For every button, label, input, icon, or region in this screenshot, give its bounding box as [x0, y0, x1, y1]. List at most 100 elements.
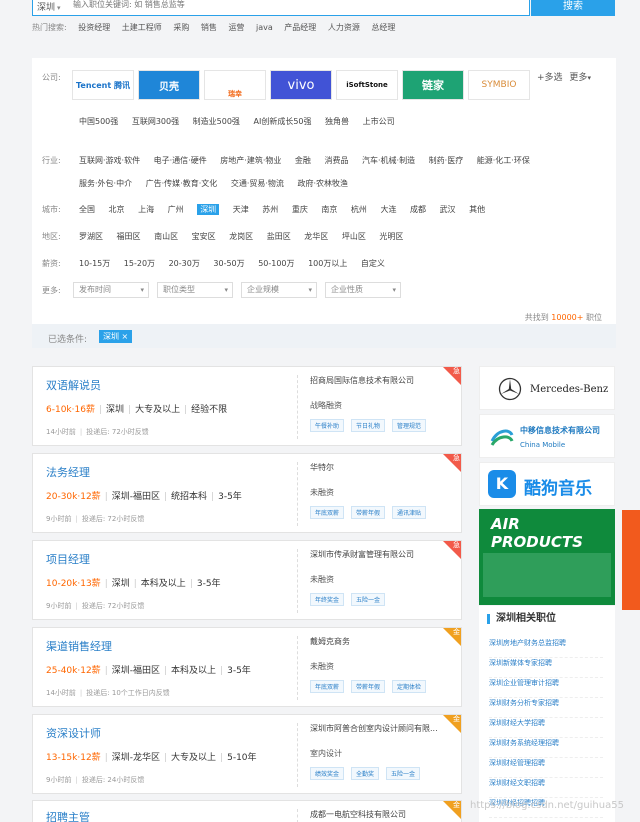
search-input[interactable] — [73, 0, 373, 9]
salary-option[interactable]: 15-20万 — [124, 259, 155, 268]
salary-option[interactable]: 50-100万 — [258, 259, 294, 268]
hot-keyword[interactable]: java — [256, 23, 273, 32]
district-option[interactable]: 南山区 — [154, 232, 178, 241]
city-option[interactable]: 天津 — [233, 205, 249, 214]
company-logo-symbio[interactable]: SYMBIO — [468, 70, 530, 100]
industry-option[interactable]: 房地产·建筑·物业 — [220, 156, 281, 165]
related-job-link[interactable]: 深圳新媒体专家招聘 — [489, 658, 603, 678]
district-option[interactable]: 罗湖区 — [79, 232, 103, 241]
hot-keyword[interactable]: 产品经理 — [284, 23, 316, 32]
job-title[interactable]: 资深设计师 — [46, 725, 101, 741]
company-name[interactable]: 深圳市阿普合创室内设计顾问有限... — [310, 723, 450, 734]
hot-keyword[interactable]: 销售 — [201, 23, 217, 32]
company-type-option[interactable]: 独角兽 — [325, 117, 349, 126]
related-job-link[interactable]: 深圳企业管理审计招聘 — [489, 678, 603, 698]
brand-ad-kugou[interactable]: K 酷狗音乐 — [479, 462, 615, 506]
selected-tag[interactable]: 深圳 × — [99, 330, 133, 343]
brand-ad-mercedes[interactable]: Mercedes-Benz — [479, 366, 615, 410]
hot-keyword[interactable]: 运营 — [228, 23, 244, 32]
company-name[interactable]: 招商局国际信息技术有限公司 — [310, 375, 450, 386]
hot-keyword[interactable]: 投资经理 — [78, 23, 110, 32]
city-option[interactable]: 成都 — [410, 205, 426, 214]
city-option[interactable]: 其他 — [469, 205, 485, 214]
job-card[interactable]: 项目经理 10-20k·13薪 | 深圳 | 本科及以上 | 3-5年 9小时前 | 投递后: … — [32, 540, 462, 620]
related-job-link[interactable]: 深圳财经大学招聘 — [489, 718, 603, 738]
job-title[interactable]: 项目经理 — [46, 551, 90, 567]
district-option[interactable]: 坪山区 — [342, 232, 366, 241]
related-job-link[interactable]: 深圳财经文职招聘 — [489, 778, 603, 798]
industry-option[interactable]: 汽车·机械·制造 — [362, 156, 415, 165]
company-size-select[interactable]: 企业规模 ▾ — [241, 282, 317, 298]
company-logo-beike[interactable]: 贝壳 — [138, 70, 200, 100]
salary-option[interactable]: 20-30万 — [169, 259, 200, 268]
industry-option[interactable]: 能源·化工·环保 — [477, 156, 530, 165]
job-card[interactable]: 资深设计师 13-15k·12薪 | 深圳-龙华区 | 大专及以上 | 5-10年 9小时前… — [32, 714, 462, 794]
company-name[interactable]: 深圳市传承财富管理有限公司 — [310, 549, 450, 560]
city-option[interactable]: 武汉 — [440, 205, 456, 214]
city-select[interactable]: 深圳 ▾ — [37, 0, 61, 13]
company-type-option[interactable]: 互联网300强 — [132, 117, 179, 126]
industry-option[interactable]: 电子·通信·硬件 — [154, 156, 207, 165]
multi-select-toggle[interactable]: +多选 更多▾ — [537, 70, 591, 83]
city-option[interactable]: 重庆 — [292, 205, 308, 214]
company-type-option[interactable]: 制造业500强 — [193, 117, 240, 126]
industry-option[interactable]: 政府·农林牧渔 — [297, 179, 348, 188]
job-title[interactable]: 法务经理 — [46, 464, 90, 480]
company-name[interactable]: 华特尔 — [310, 462, 450, 473]
city-option[interactable]: 杭州 — [351, 205, 367, 214]
related-job-link[interactable]: 深圳财务分析专家招聘 — [489, 698, 603, 718]
industry-option[interactable]: 交通·贸易·物流 — [231, 179, 284, 188]
hot-keyword[interactable]: 土建工程师 — [122, 23, 162, 32]
company-name[interactable]: 成都一电航空科技有限公司 — [310, 809, 450, 820]
company-logo-isoftstone[interactable]: iSoftStone — [336, 70, 398, 100]
salary-option[interactable]: 10-15万 — [79, 259, 110, 268]
job-card[interactable]: 招聘主管 成都一电航空科技有限公司 金 — [32, 800, 462, 822]
industry-option[interactable]: 互联网·游戏·软件 — [79, 156, 140, 165]
related-job-link[interactable]: 深圳财经管理招聘 — [489, 758, 603, 778]
city-option[interactable]: 大连 — [380, 205, 396, 214]
company-type-option[interactable]: 中国500强 — [79, 117, 118, 126]
company-type-option[interactable]: AI创新成长50强 — [253, 117, 311, 126]
job-card[interactable]: 渠道销售经理 25-40k·12薪 | 深圳-福田区 | 本科及以上 | 3-5年 14小时… — [32, 627, 462, 707]
city-option[interactable]: 全国 — [79, 205, 95, 214]
district-option[interactable]: 福田区 — [117, 232, 141, 241]
company-logo-ruixing[interactable]: 瑞幸 — [204, 70, 266, 100]
job-type-select[interactable]: 职位类型 ▾ — [157, 282, 233, 298]
district-option[interactable]: 盐田区 — [267, 232, 291, 241]
district-option[interactable]: 光明区 — [379, 232, 403, 241]
job-title[interactable]: 渠道销售经理 — [46, 638, 112, 654]
floating-ad[interactable] — [622, 510, 640, 610]
district-option[interactable]: 龙岗区 — [229, 232, 253, 241]
salary-option[interactable]: 100万以上 — [308, 259, 347, 268]
hot-keyword[interactable]: 总经理 — [371, 23, 395, 32]
brand-ad-air-products[interactable]: AIR PRODUCTS — [479, 509, 615, 605]
industry-option[interactable]: 制药·医疗 — [429, 156, 464, 165]
brand-ad-china-mobile[interactable]: 中移信息技术有限公司 China Mobile — [479, 414, 615, 458]
industry-option[interactable]: 广告·传媒·教育·文化 — [146, 179, 218, 188]
job-title[interactable]: 招聘主管 — [46, 809, 90, 822]
related-job-link[interactable]: 深圳房地产财务总监招聘 — [489, 638, 603, 658]
company-logo-tencent[interactable]: Tencent 腾讯 — [72, 70, 134, 100]
hot-keyword[interactable]: 人力资源 — [328, 23, 360, 32]
company-type-option[interactable]: 上市公司 — [363, 117, 395, 126]
related-job-link[interactable]: 深圳财务系统经理招聘 — [489, 738, 603, 758]
industry-option[interactable]: 金融 — [295, 156, 311, 165]
company-nature-select[interactable]: 企业性质 ▾ — [325, 282, 401, 298]
job-title[interactable]: 双语解说员 — [46, 377, 101, 393]
job-card[interactable]: 法务经理 20-30k·12薪 | 深圳-福田区 | 统招本科 | 3-5年 9小时前 | 投递… — [32, 453, 462, 533]
industry-option[interactable]: 服务·外包·中介 — [79, 179, 132, 188]
city-option[interactable]: 北京 — [109, 205, 125, 214]
salary-option[interactable]: 自定义 — [361, 259, 385, 268]
district-option[interactable]: 宝安区 — [192, 232, 216, 241]
job-card[interactable]: 双语解说员 6-10k·16薪 | 深圳 | 大专及以上 | 经验不限 14小时前 | 投递后:… — [32, 366, 462, 446]
district-option[interactable]: 龙华区 — [304, 232, 328, 241]
city-option[interactable]: 上海 — [138, 205, 154, 214]
search-button[interactable]: 搜索 — [531, 0, 615, 16]
company-logo-lianjia[interactable]: 链家 — [402, 70, 464, 100]
city-option[interactable]: 南京 — [321, 205, 337, 214]
city-option[interactable]: 广州 — [168, 205, 184, 214]
city-option[interactable]: 苏州 — [262, 205, 278, 214]
city-option-active[interactable]: 深圳 — [197, 204, 220, 215]
company-logo-vivo[interactable]: vivo — [270, 70, 332, 100]
salary-option[interactable]: 30-50万 — [213, 259, 244, 268]
